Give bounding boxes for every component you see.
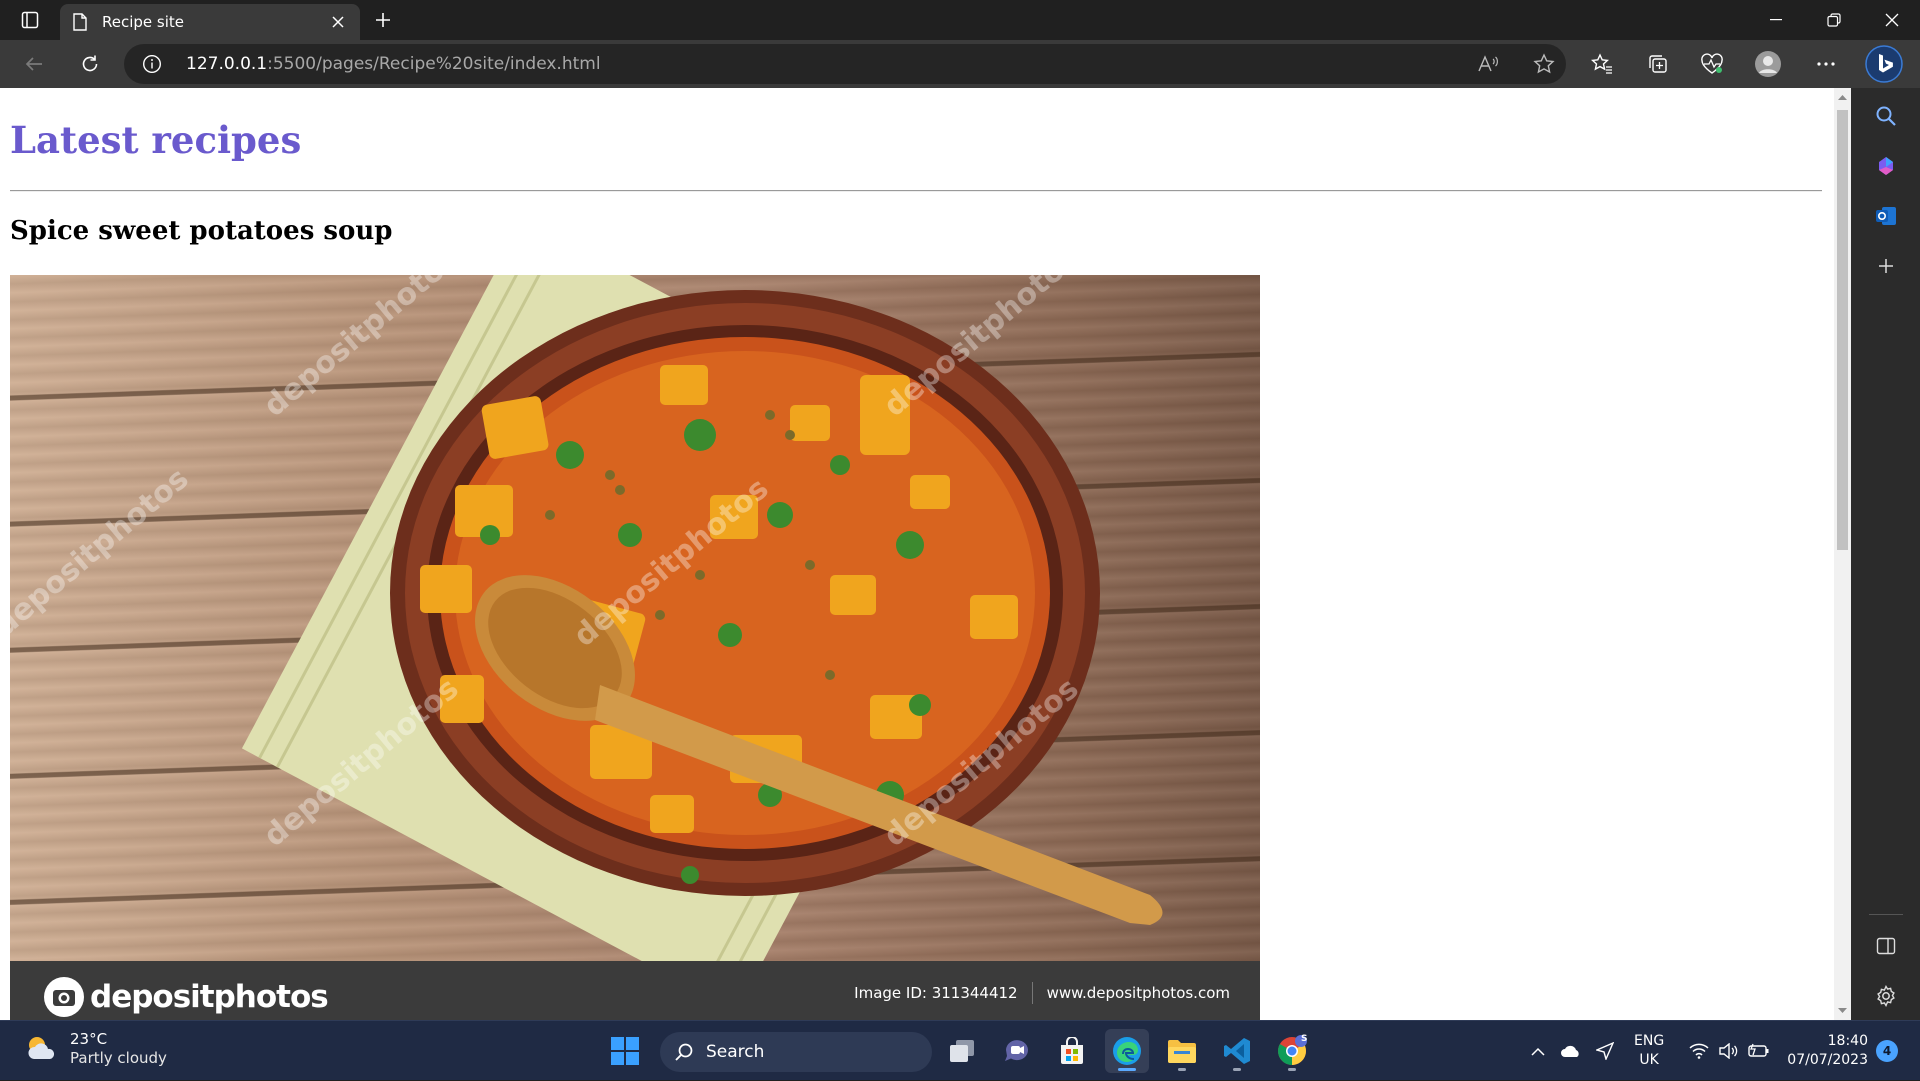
add-sidebar-app-icon[interactable] xyxy=(1870,250,1902,282)
running-indicator xyxy=(1233,1068,1241,1071)
microsoft-store-icon[interactable] xyxy=(1050,1029,1094,1073)
brand-name: depositphotos xyxy=(90,979,329,1015)
tab-recipe-site[interactable]: Recipe site xyxy=(60,4,360,40)
image-id: Image ID: 311344412 xyxy=(854,984,1018,1002)
image-site: www.depositphotos.com xyxy=(1046,984,1230,1002)
address-bar[interactable]: 127.0.0.1:5500/pages/Recipe%20site/index… xyxy=(124,44,1566,84)
bing-copilot-icon[interactable] xyxy=(1864,44,1904,84)
edge-sidebar xyxy=(1851,88,1920,1020)
chrome-profile-badge: S xyxy=(1301,1034,1308,1044)
more-options-icon[interactable] xyxy=(1808,48,1844,80)
chrome-icon[interactable]: S xyxy=(1270,1029,1314,1073)
back-icon[interactable] xyxy=(16,48,52,80)
divider xyxy=(10,190,1822,192)
clock-time: 18:40 xyxy=(1827,1033,1868,1049)
site-info-icon[interactable] xyxy=(142,54,162,74)
restore-icon[interactable] xyxy=(1806,0,1862,40)
volume-icon[interactable] xyxy=(1714,1021,1742,1081)
image-credit-bar: depositphotos Image ID: 311344412 www.de… xyxy=(10,961,1260,1020)
url-host: 127.0.0.1 xyxy=(186,54,268,74)
collections-icon[interactable] xyxy=(1640,48,1676,80)
page-title: Latest recipes xyxy=(10,118,302,162)
location-arrow-icon[interactable] xyxy=(1590,1021,1620,1081)
wifi-icon[interactable] xyxy=(1684,1021,1714,1081)
edge-browser-icon[interactable] xyxy=(1105,1029,1149,1073)
system-clock[interactable]: 18:40 07/07/2023 xyxy=(1782,1032,1868,1070)
partly-cloudy-icon xyxy=(28,1037,55,1059)
weather-widget[interactable]: 23°C Partly cloudy xyxy=(24,1030,167,1068)
tab-actions-icon[interactable] xyxy=(10,6,50,34)
notification-badge[interactable]: 4 xyxy=(1876,1040,1898,1062)
close-tab-icon[interactable] xyxy=(328,12,348,32)
read-aloud-icon[interactable] xyxy=(1476,52,1500,76)
task-view-icon[interactable] xyxy=(940,1029,984,1073)
browser-toolbar: 127.0.0.1:5500/pages/Recipe%20site/index… xyxy=(0,40,1920,88)
refresh-icon[interactable] xyxy=(72,48,108,80)
running-indicator xyxy=(1178,1068,1186,1071)
running-indicator xyxy=(1288,1068,1296,1071)
soup-bowl-illustration xyxy=(241,275,1163,961)
sidebar-divider xyxy=(1869,914,1903,915)
image-meta: Image ID: 311344412 www.depositphotos.co… xyxy=(854,982,1230,1004)
new-tab-icon[interactable] xyxy=(368,6,398,34)
vscode-icon[interactable] xyxy=(1215,1029,1259,1073)
scroll-up-icon[interactable] xyxy=(1838,93,1847,102)
page-viewport: Latest recipes Spice sweet potatoes soup xyxy=(0,88,1834,1020)
scrollbar-thumb[interactable] xyxy=(1837,110,1848,550)
profile-avatar-icon[interactable] xyxy=(1750,48,1786,80)
hide-sidebar-icon[interactable] xyxy=(1870,930,1902,962)
scroll-down-icon[interactable] xyxy=(1838,1006,1847,1015)
language-code: ENG xyxy=(1634,1033,1665,1049)
vertical-scrollbar[interactable] xyxy=(1834,88,1851,1020)
browser-essentials-icon[interactable] xyxy=(1694,48,1730,80)
taskbar-search-label: Search xyxy=(706,1042,765,1062)
page-icon xyxy=(73,13,87,31)
show-hidden-icons-chevron-icon[interactable] xyxy=(1526,1021,1550,1081)
tab-title: Recipe site xyxy=(102,13,185,31)
start-button[interactable] xyxy=(603,1029,647,1073)
camera-logo-icon xyxy=(44,977,84,1017)
copilot-icon[interactable] xyxy=(1870,150,1902,182)
search-icon xyxy=(675,1043,693,1061)
recipe-title: Spice sweet potatoes soup xyxy=(10,216,393,246)
active-indicator xyxy=(1118,1068,1136,1071)
settings-gear-icon[interactable] xyxy=(1870,980,1902,1012)
favorite-star-icon[interactable] xyxy=(1532,52,1556,76)
url-text[interactable]: 127.0.0.1:5500/pages/Recipe%20site/index… xyxy=(186,54,601,74)
teams-chat-icon[interactable] xyxy=(995,1029,1039,1073)
weather-temp: 23°C xyxy=(70,1030,108,1048)
url-path: :5500/pages/Recipe%20site/index.html xyxy=(267,54,601,74)
keyboard-layout: UK xyxy=(1639,1052,1659,1068)
taskbar-search[interactable]: Search xyxy=(660,1032,932,1072)
clock-date: 07/07/2023 xyxy=(1787,1052,1868,1068)
file-explorer-icon[interactable] xyxy=(1160,1029,1204,1073)
windows-taskbar: 23°C Partly cloudy Search S ENG UK 18:40… xyxy=(0,1020,1920,1080)
separator xyxy=(1031,982,1033,1004)
battery-charging-icon[interactable] xyxy=(1744,1021,1774,1081)
tab-strip: Recipe site xyxy=(0,0,1920,40)
minimize-icon[interactable] xyxy=(1748,0,1804,40)
recipe-photo: depositphotos depositphotos depositphoto… xyxy=(10,275,1260,1020)
outlook-icon[interactable] xyxy=(1870,200,1902,232)
favorites-icon[interactable] xyxy=(1584,48,1620,80)
close-window-icon[interactable] xyxy=(1864,0,1920,40)
language-indicator[interactable]: ENG UK xyxy=(1634,1032,1664,1070)
weather-condition: Partly cloudy xyxy=(70,1049,167,1067)
onedrive-cloud-icon[interactable] xyxy=(1556,1021,1586,1081)
depositphotos-logo: depositphotos xyxy=(42,975,329,1019)
search-icon[interactable] xyxy=(1870,100,1902,132)
